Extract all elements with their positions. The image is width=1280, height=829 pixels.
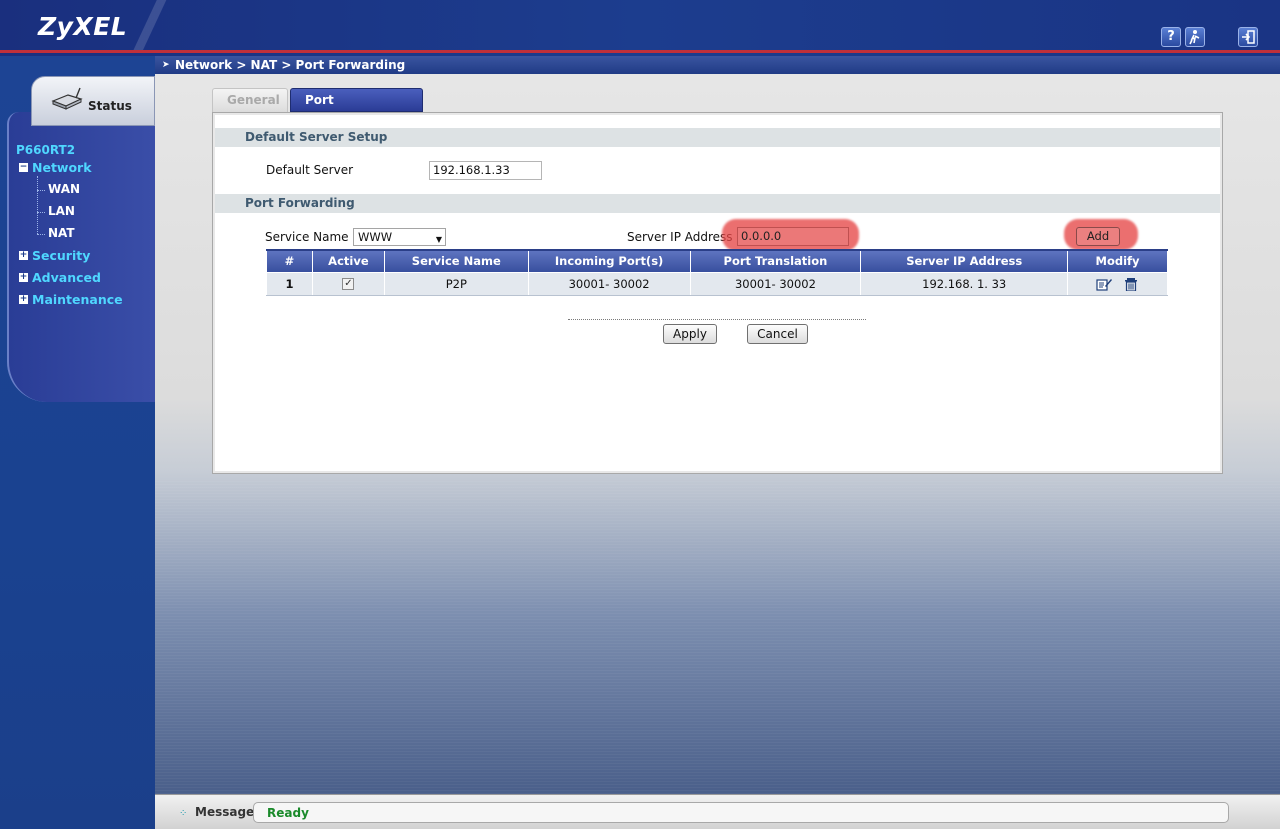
tree-branch [37, 234, 45, 235]
message-label: Message [195, 805, 255, 819]
breadcrumb: Network > NAT > Port Forwarding [175, 58, 406, 72]
header-bar: ZyXEL ? [0, 0, 1280, 56]
status-bar: ⁘ Message Ready [155, 794, 1280, 829]
message-grip-icon: ⁘ [179, 808, 188, 819]
column-header: Active [311, 249, 385, 273]
service-name-select[interactable]: WWW ▼ [353, 228, 446, 246]
router-icon [51, 87, 83, 110]
incoming-ports-cell: 30001- 30002 [527, 271, 691, 296]
main-background-texture [155, 480, 1280, 794]
sidebar-item-security[interactable]: Security [32, 248, 90, 263]
tab-general[interactable]: General [212, 88, 288, 112]
header-accent-line [0, 50, 1280, 53]
tab-port-forwarding[interactable]: Port Forwarding [290, 88, 423, 130]
message-value: Ready [267, 806, 309, 820]
server-ip-label: Server IP Address [627, 230, 733, 244]
edit-icon[interactable] [1096, 277, 1112, 291]
section-port-forwarding: Port Forwarding [215, 194, 1220, 213]
server-ip-cell: 192.168. 1. 33 [860, 271, 1069, 296]
cancel-button[interactable]: Cancel [747, 324, 808, 344]
breadcrumb-arrow-icon: ➤ [162, 60, 170, 70]
service-name-label: Service Name [265, 230, 349, 244]
sidebar-item-wan[interactable]: WAN [48, 182, 80, 196]
column-header: Port Translation [689, 249, 862, 273]
service-name-cell: P2P [383, 271, 529, 296]
row-number: 1 [266, 271, 313, 296]
tree-branch [37, 190, 45, 191]
sidebar-item-lan[interactable]: LAN [48, 204, 75, 218]
delete-icon[interactable] [1123, 277, 1139, 291]
advanced-expand-icon[interactable]: + [19, 273, 28, 282]
help-icon[interactable]: ? [1161, 27, 1181, 47]
sidebar-item-network[interactable]: Network [32, 160, 92, 175]
sidebar-item-advanced[interactable]: Advanced [32, 270, 101, 285]
active-cell: ✓ [311, 271, 385, 296]
server-ip-input[interactable]: 0.0.0.0 [737, 227, 849, 246]
security-expand-icon[interactable]: + [19, 251, 28, 260]
modify-cell [1067, 271, 1168, 296]
column-header: # [266, 249, 313, 273]
tree-branch [37, 212, 45, 213]
divider [568, 319, 866, 320]
default-server-input[interactable]: 192.168.1.33 [429, 161, 542, 180]
logo-decoration [128, 0, 168, 50]
sidebar-item-maintenance[interactable]: Maintenance [32, 292, 123, 307]
service-name-value: WWW [358, 230, 393, 244]
table-row: 1 ✓ P2P 30001- 30002 30001- 30002 192.16… [266, 271, 1168, 296]
column-header: Incoming Port(s) [527, 249, 691, 273]
wizard-icon[interactable] [1185, 27, 1205, 47]
active-checkbox[interactable]: ✓ [342, 278, 355, 290]
apply-button[interactable]: Apply [663, 324, 717, 344]
table-header-row: # Active Service Name Incoming Port(s) P… [266, 249, 1168, 273]
add-button[interactable]: Add [1076, 227, 1120, 246]
device-model: P660RT2 [16, 143, 76, 157]
section-default-server-setup: Default Server Setup [215, 128, 1220, 147]
tree-line [37, 176, 38, 234]
maintenance-expand-icon[interactable]: + [19, 295, 28, 304]
column-header: Modify [1067, 249, 1168, 273]
status-tab-label: Status [88, 99, 132, 113]
column-header: Server IP Address [860, 249, 1069, 273]
port-translation-cell: 30001- 30002 [689, 271, 862, 296]
network-collapse-icon[interactable]: − [19, 163, 28, 172]
port-forwarding-table: # Active Service Name Incoming Port(s) P… [266, 249, 1168, 296]
status-tab[interactable]: Status [31, 76, 155, 126]
chevron-down-icon: ▼ [435, 235, 442, 244]
breadcrumb-bar: ➤ Network > NAT > Port Forwarding [155, 56, 1280, 74]
default-server-label: Default Server [266, 163, 354, 177]
sidebar-item-nat[interactable]: NAT [48, 226, 75, 240]
logout-icon[interactable] [1238, 27, 1258, 47]
column-header: Service Name [383, 249, 529, 273]
zyxel-logo: ZyXEL [38, 12, 128, 41]
message-field: Ready [253, 802, 1229, 823]
